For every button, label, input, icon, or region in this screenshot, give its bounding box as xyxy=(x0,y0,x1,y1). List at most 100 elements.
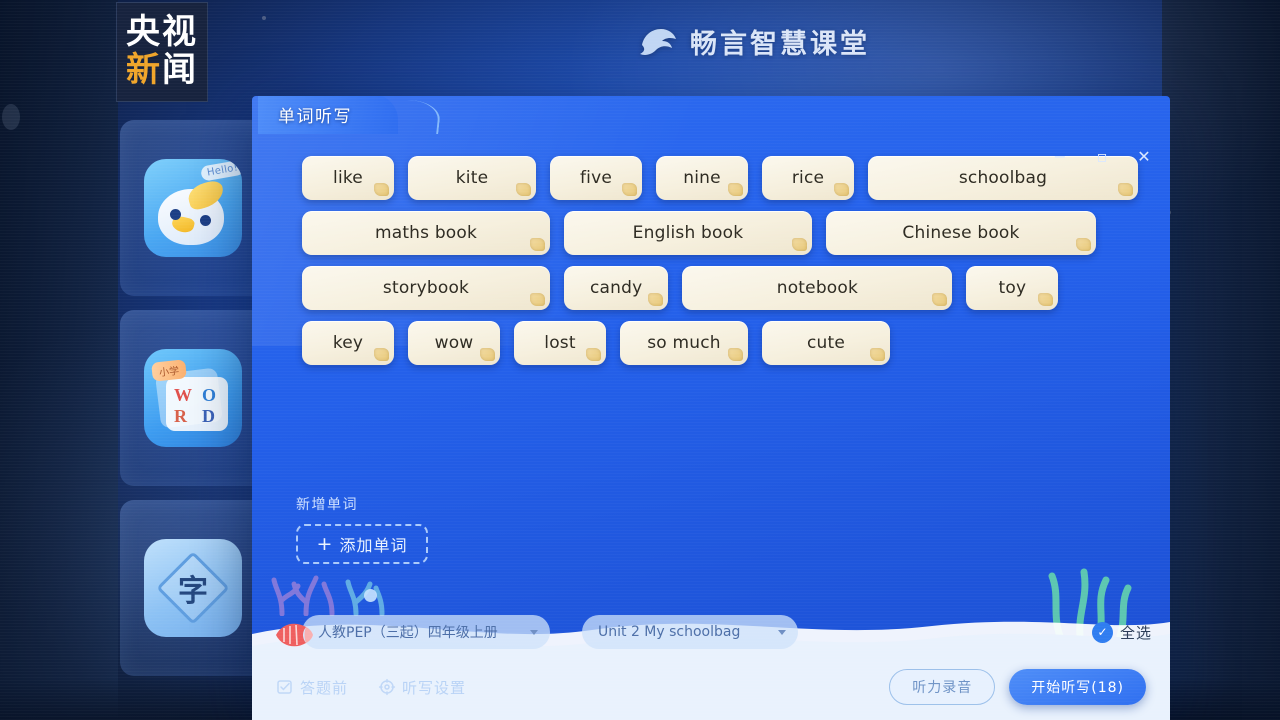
window-title: 单词听写 xyxy=(278,106,352,127)
word-chip[interactable]: kite xyxy=(408,156,536,200)
word-chip-label: so much xyxy=(647,333,721,353)
check-circle-icon: ✓ xyxy=(1091,621,1113,643)
word-chip-label: notebook xyxy=(776,278,859,298)
letter-d: D xyxy=(202,406,215,426)
word-dictation-window: 单词听写 − ▫ ✕ like kite five nine rice schoolbag… xyxy=(252,96,1170,720)
word-chip[interactable]: candy xyxy=(564,266,669,310)
word-chip[interactable]: key xyxy=(302,321,394,365)
word-chip[interactable]: lost xyxy=(514,321,606,365)
plus-icon: + xyxy=(316,532,334,555)
word-chip[interactable]: five xyxy=(550,156,642,200)
room-wall-right xyxy=(1162,0,1280,720)
word-letters: W O R D xyxy=(174,385,222,427)
lens-flare xyxy=(2,104,20,130)
bird-eye-left xyxy=(170,209,181,220)
word-chip-label: like xyxy=(333,168,363,188)
cctv-news-logo: 央视 新闻 xyxy=(116,2,208,102)
word-chip[interactable]: nine xyxy=(656,156,748,200)
logo-line-two: 新闻 xyxy=(126,50,198,90)
word-chip-grid: like kite five nine rice schoolbag maths book E… xyxy=(302,156,1162,365)
talking-bird-app-icon[interactable]: Hello! xyxy=(144,159,242,257)
chip-corner-fold xyxy=(792,238,807,251)
word-chip[interactable]: so much xyxy=(620,321,748,365)
close-icon[interactable]: ✕ xyxy=(1132,144,1156,168)
add-word-label: 新增单词 xyxy=(296,497,358,513)
word-chip-label: toy xyxy=(998,278,1027,298)
speech-bubble: Hello! xyxy=(199,159,242,182)
shelf-card-word-app[interactable]: 小学 W O R D xyxy=(120,310,266,486)
minimize-icon[interactable]: − xyxy=(1048,144,1072,168)
word-chip[interactable]: maths book xyxy=(302,211,550,255)
chinese-character-app-icon[interactable]: 字 xyxy=(144,539,242,637)
dust-speck xyxy=(262,16,266,20)
word-chip-label: storybook xyxy=(382,278,470,298)
tv-screenshot-stage: 央视 新闻 畅言智慧课堂 Hello! 小学 W O R D 字 单词听写 − … xyxy=(0,0,1280,720)
app-badge-label: 小学 xyxy=(151,359,187,382)
chip-corner-fold xyxy=(622,183,637,196)
word-card-app-icon[interactable]: 小学 W O R D xyxy=(144,349,242,447)
word-chip[interactable]: notebook xyxy=(682,266,953,310)
word-chip[interactable]: wow xyxy=(408,321,500,365)
selector-row: 人教PEP（三起）四年级上册 Unit 2 My schoolbag ✓ 全选 xyxy=(252,610,1170,654)
unit-selector[interactable]: Unit 2 My schoolbag xyxy=(582,615,798,649)
shelf-card-character-app[interactable]: 字 xyxy=(120,500,266,676)
word-chip[interactable]: rice xyxy=(762,156,854,200)
word-chip[interactable]: storybook xyxy=(302,266,550,310)
word-chip[interactable]: toy xyxy=(966,266,1059,310)
word-chip[interactable]: like xyxy=(302,156,394,200)
add-word-section: 新增单词 + 添加单词 xyxy=(296,494,428,564)
fish-decoration-icon xyxy=(276,623,313,647)
select-all-label: 全选 xyxy=(1119,623,1152,642)
word-chip[interactable]: cute xyxy=(762,321,890,365)
select-all-checkbox[interactable]: ✓ 全选 xyxy=(1091,621,1152,643)
chip-corner-fold xyxy=(932,293,948,306)
answer-sheet-link[interactable]: 答题前 xyxy=(276,677,348,698)
answer-sheet-label: 答题前 xyxy=(300,678,349,697)
word-chip[interactable]: English book xyxy=(564,211,812,255)
shelf-card-talking-bird[interactable]: Hello! xyxy=(120,120,266,296)
textbook-selector-value: 人教PEP（三起）四年级上册 xyxy=(318,625,498,641)
left-app-shelf: Hello! 小学 W O R D 字 xyxy=(120,120,270,690)
chip-corner-fold xyxy=(1038,293,1054,306)
chip-corner-fold xyxy=(648,293,664,306)
answer-sheet-icon xyxy=(277,680,292,694)
listening-recording-button[interactable]: 听力录音 xyxy=(889,669,996,705)
letter-o: O xyxy=(202,385,217,405)
word-chip-label: wow xyxy=(434,333,474,353)
letter-r: R xyxy=(174,406,187,426)
chevron-down-icon xyxy=(778,630,786,635)
word-chip-label: candy xyxy=(590,278,643,298)
maximize-icon[interactable]: ▫ xyxy=(1090,144,1114,168)
chip-corner-fold xyxy=(728,348,743,361)
word-chip-label: five xyxy=(579,168,613,188)
word-chip[interactable]: Chinese book xyxy=(826,211,1096,255)
chip-corner-fold xyxy=(870,348,885,361)
letter-w: W xyxy=(174,385,192,405)
word-chip-label: Chinese book xyxy=(902,223,1020,243)
unit-selector-value: Unit 2 My schoolbag xyxy=(598,624,741,640)
word-chip-label: cute xyxy=(806,333,846,353)
chip-corner-fold xyxy=(834,183,849,196)
character-glyph: 字 xyxy=(178,574,208,609)
word-chip-label: nine xyxy=(683,168,721,188)
window-bottom-panel: 人教PEP（三起）四年级上册 Unit 2 My schoolbag ✓ 全选 xyxy=(252,600,1170,720)
chip-corner-fold xyxy=(480,348,495,361)
word-chip-label: English book xyxy=(632,223,744,243)
word-chip-label: kite xyxy=(455,168,489,188)
brand-name: 畅言智慧课堂 xyxy=(690,29,870,60)
chip-corner-fold xyxy=(374,348,389,361)
chip-corner-fold xyxy=(530,293,545,306)
dictation-settings-label: 听写设置 xyxy=(402,678,467,697)
word-chip-label: key xyxy=(332,333,364,353)
chip-corner-fold xyxy=(530,238,545,251)
chip-corner-fold xyxy=(586,348,601,361)
start-dictation-button[interactable]: 开始听写(18) xyxy=(1009,669,1146,705)
logo-char-wen: 闻 xyxy=(162,50,198,90)
dictation-settings-link[interactable]: 听写设置 xyxy=(378,677,466,698)
chip-corner-fold xyxy=(728,183,743,196)
chip-corner-fold xyxy=(374,183,389,196)
chip-corner-fold xyxy=(1118,183,1133,196)
settings-icon xyxy=(378,678,396,696)
textbook-selector[interactable]: 人教PEP（三起）四年级上册 xyxy=(302,615,550,649)
logo-line-one: 央视 xyxy=(126,12,198,53)
